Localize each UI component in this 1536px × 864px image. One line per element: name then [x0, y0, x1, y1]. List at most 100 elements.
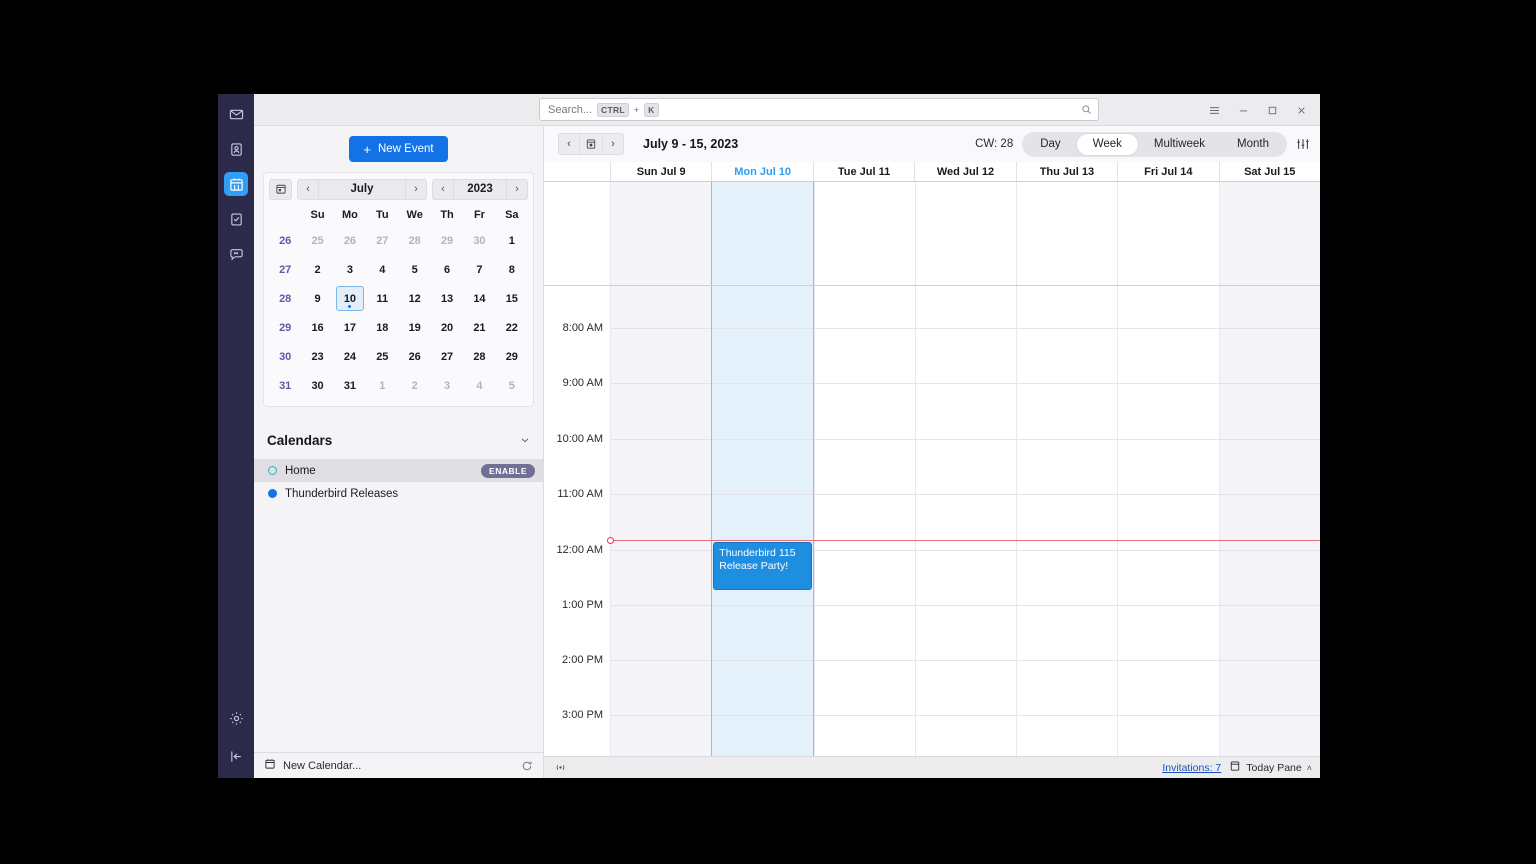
next-week-button[interactable]: › — [602, 133, 624, 155]
all-day-cell[interactable] — [1218, 182, 1320, 285]
mini-month-day-other[interactable]: 4 — [463, 371, 495, 400]
mini-month-day-other[interactable]: 25 — [301, 226, 333, 255]
today-highlight[interactable]: 10 — [335, 286, 364, 311]
mini-month-day-other[interactable]: 28 — [399, 226, 431, 255]
mini-month-day-other[interactable]: 26 — [334, 226, 366, 255]
day-column[interactable] — [610, 286, 712, 756]
rail-item-mail[interactable] — [224, 102, 248, 126]
mini-month-day[interactable]: 8 — [496, 255, 528, 284]
view-button-month[interactable]: Month — [1221, 134, 1285, 155]
offline-status-icon[interactable] — [554, 761, 567, 774]
mini-month-day[interactable]: 15 — [496, 284, 528, 313]
app-menu-icon[interactable] — [1201, 98, 1227, 122]
all-day-cell[interactable] — [1016, 182, 1118, 285]
mini-month-day[interactable]: 1 — [496, 226, 528, 255]
close-icon[interactable] — [1288, 98, 1314, 122]
mini-month-day[interactable]: 29 — [496, 342, 528, 371]
mini-month-day[interactable]: 22 — [496, 313, 528, 342]
mini-month-day[interactable]: 2 — [301, 255, 333, 284]
go-to-today-button[interactable] — [580, 133, 602, 155]
mini-month-day-other[interactable]: 27 — [366, 226, 398, 255]
mini-month-day[interactable]: 6 — [431, 255, 463, 284]
day-column[interactable] — [1218, 286, 1320, 756]
all-day-cell[interactable] — [610, 182, 712, 285]
day-header-cell[interactable]: Thu Jul 13 — [1015, 162, 1118, 181]
today-pane-button[interactable]: Today Pane ˄ — [1229, 760, 1312, 775]
mini-month-week-number[interactable]: 31 — [269, 371, 301, 400]
day-column[interactable] — [813, 286, 915, 756]
day-header-cell[interactable]: Sun Jul 9 — [610, 162, 712, 181]
mini-month-day[interactable]: 24 — [334, 342, 366, 371]
mini-month-day[interactable]: 17 — [334, 313, 366, 342]
mini-month-next-year[interactable]: › — [507, 180, 527, 199]
mini-month-week-number[interactable]: 30 — [269, 342, 301, 371]
mini-month-day-other[interactable]: 1 — [366, 371, 398, 400]
day-header-cell[interactable]: Wed Jul 12 — [914, 162, 1016, 181]
mini-month-day[interactable]: 31 — [334, 371, 366, 400]
mini-month-day[interactable]: 28 — [463, 342, 495, 371]
mini-month-day[interactable]: 19 — [399, 313, 431, 342]
settings-gear-icon[interactable] — [224, 706, 248, 730]
all-day-cell[interactable] — [914, 182, 1017, 285]
mini-month-day[interactable]: 3 — [334, 255, 366, 284]
day-column[interactable] — [1016, 286, 1118, 756]
maximize-icon[interactable] — [1259, 98, 1285, 122]
all-day-cell[interactable] — [711, 182, 814, 285]
rail-item-tasks[interactable] — [224, 207, 248, 231]
mini-month-next-month[interactable]: › — [406, 180, 426, 199]
day-header-cell[interactable]: Sat Jul 15 — [1218, 162, 1320, 181]
mini-month-day[interactable]: 12 — [399, 284, 431, 313]
search-input[interactable]: Search... CTRL + K — [539, 98, 1099, 121]
mini-month-day[interactable]: 26 — [399, 342, 431, 371]
collapse-rail-icon[interactable] — [224, 744, 248, 768]
invitations-link[interactable]: Invitations: 7 — [1162, 762, 1221, 774]
mini-month-day[interactable]: 7 — [463, 255, 495, 284]
mini-month-day-other[interactable]: 29 — [431, 226, 463, 255]
mini-month-day[interactable]: 21 — [463, 313, 495, 342]
mini-month-prev-year[interactable]: ‹ — [433, 180, 453, 199]
day-header-cell[interactable]: Fri Jul 14 — [1117, 162, 1219, 181]
mini-month-day[interactable]: 9 — [301, 284, 333, 313]
mini-month-day[interactable]: 25 — [366, 342, 398, 371]
mini-month-day[interactable]: 4 — [366, 255, 398, 284]
day-column[interactable] — [914, 286, 1017, 756]
mini-month-day[interactable]: 18 — [366, 313, 398, 342]
calendar-grid-scroll[interactable]: 8:00 AM 9:00 AM 10:00 AM 11:00 AM 12:00 AM 1:… — [544, 286, 1320, 756]
day-column[interactable]: Thunderbird 115 Release Party! — [711, 286, 814, 756]
all-day-cell[interactable] — [1117, 182, 1219, 285]
view-button-day[interactable]: Day — [1024, 134, 1076, 155]
rail-item-chat[interactable] — [224, 242, 248, 266]
mini-month-day[interactable]: 20 — [431, 313, 463, 342]
mini-month-day-other[interactable]: 2 — [399, 371, 431, 400]
new-event-button[interactable]: + New Event — [349, 136, 448, 162]
mini-month-day[interactable]: 16 — [301, 313, 333, 342]
rail-item-calendar[interactable] — [224, 172, 248, 196]
day-column[interactable] — [1117, 286, 1219, 756]
view-button-multiweek[interactable]: Multiweek — [1138, 134, 1221, 155]
view-button-week[interactable]: Week — [1076, 133, 1138, 155]
mini-month-week-number[interactable]: 27 — [269, 255, 301, 284]
mini-month-day[interactable]: 27 — [431, 342, 463, 371]
new-calendar-button[interactable]: New Calendar... — [254, 752, 543, 778]
calendar-event[interactable]: Thunderbird 115 Release Party! — [713, 542, 812, 590]
mini-month-day[interactable]: 11 — [366, 284, 398, 313]
mini-month-week-number[interactable]: 28 — [269, 284, 301, 313]
mini-month-week-number[interactable]: 26 — [269, 226, 301, 255]
minimize-icon[interactable] — [1230, 98, 1256, 122]
mini-month-calendar-icon[interactable] — [269, 178, 292, 200]
all-day-cell[interactable] — [813, 182, 915, 285]
mini-month-prev-month[interactable]: ‹ — [298, 180, 318, 199]
mini-month-day[interactable]: 14 — [463, 284, 495, 313]
layout-toggle-icon[interactable] — [1296, 137, 1312, 151]
rail-item-address-book[interactable] — [224, 137, 248, 161]
mini-month-week-number[interactable]: 29 — [269, 313, 301, 342]
mini-month-day[interactable]: 30 — [301, 371, 333, 400]
mini-month-day-other[interactable]: 30 — [463, 226, 495, 255]
calendar-list-item[interactable]: Home ENABLE — [254, 459, 543, 482]
calendar-list-item[interactable]: Thunderbird Releases — [254, 482, 543, 505]
previous-week-button[interactable]: ‹ — [558, 133, 580, 155]
day-header-cell[interactable]: Tue Jul 11 — [812, 162, 915, 181]
mini-month-day[interactable]: 13 — [431, 284, 463, 313]
day-header-cell[interactable]: Mon Jul 10 — [711, 162, 813, 181]
mini-month-day-today[interactable]: 10 — [334, 284, 366, 313]
